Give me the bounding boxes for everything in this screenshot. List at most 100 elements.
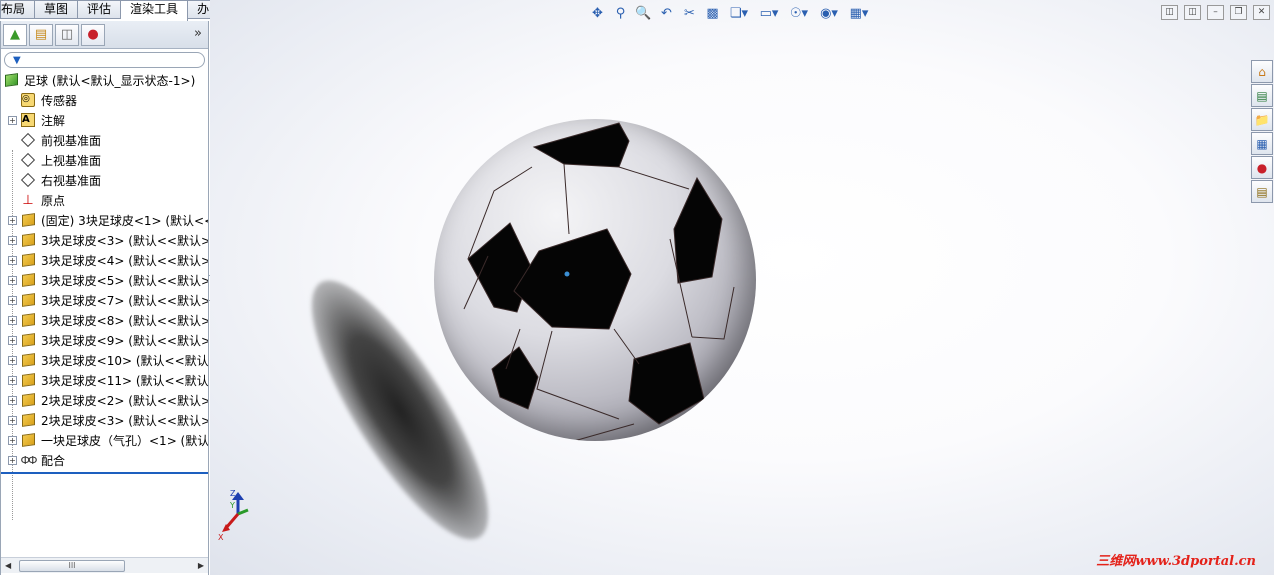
tree-item[interactable]: +2块足球皮<2> (默认<<默认>: [1, 390, 208, 410]
pan-icon[interactable]: ✥: [588, 4, 607, 23]
triad-y-label: Y: [229, 501, 235, 510]
configuration-manager-tab[interactable]: ◫: [55, 23, 79, 46]
tree-item[interactable]: +2块足球皮<3> (默认<<默认>: [1, 410, 208, 430]
tree-item-label: 3块足球皮<11> (默认<<默认: [41, 373, 208, 388]
tab-layout[interactable]: 布局: [0, 0, 36, 19]
part-icon: [20, 252, 36, 268]
view-settings-icon[interactable]: ▦▾: [846, 4, 872, 23]
previous-view-icon[interactable]: ↶: [657, 4, 676, 23]
minimize-icon[interactable]: –: [1207, 5, 1224, 20]
tree-item[interactable]: +3块足球皮<9> (默认<<默认>: [1, 330, 208, 350]
soccer-ball-model[interactable]: [434, 119, 756, 441]
expand-toggle-icon[interactable]: +: [8, 355, 17, 365]
tree-item[interactable]: +3块足球皮<10> (默认<<默认: [1, 350, 208, 370]
expand-toggle-icon[interactable]: +: [8, 275, 17, 285]
tree-item[interactable]: + A 注解: [1, 110, 208, 130]
site-watermark: 三维网www.3dportal.cn: [1096, 554, 1256, 569]
restore-icon[interactable]: ❐: [1230, 5, 1247, 20]
heads-up-toolbar: ✥ ⚲ 🔍 ↶ ✂ ▩ ❏▾ ▭▾ ☉▾ ◉▾ ▦▾: [588, 4, 872, 23]
tree-item-label: 上视基准面: [41, 153, 102, 168]
tree-item-label: 3块足球皮<3> (默认<<默认>: [41, 233, 208, 248]
part-icon: [20, 372, 36, 388]
tree-item[interactable]: ◎ 传感器: [1, 90, 208, 110]
display-style-icon[interactable]: ❏▾: [726, 4, 752, 23]
plane-icon: [20, 172, 36, 188]
close-icon[interactable]: ✕: [1253, 5, 1270, 20]
feature-manager-tab[interactable]: ▲: [3, 23, 27, 46]
expand-toggle-icon[interactable]: +: [8, 115, 17, 125]
tree-item[interactable]: +3块足球皮<7> (默认<<默认>: [1, 290, 208, 310]
tree-item[interactable]: + 一块足球皮（气孔）<1> (默认: [1, 430, 208, 450]
expand-toggle-icon[interactable]: +: [8, 255, 17, 265]
expand-toggle-icon[interactable]: +: [8, 335, 17, 345]
appearances-scenes-icon[interactable]: ●: [1251, 156, 1273, 179]
tab-sketch[interactable]: 草图: [35, 0, 79, 19]
tree-item-label: 3块足球皮<5> (默认<<默认>: [41, 273, 208, 288]
expand-toggle-icon[interactable]: +: [8, 415, 17, 425]
tab-render-tools[interactable]: 渲染工具: [121, 0, 189, 21]
scroll-right-icon[interactable]: ▶: [198, 561, 204, 570]
zoom-to-fit-icon[interactable]: ⚲: [611, 4, 630, 23]
tree-item-label: 2块足球皮<3> (默认<<默认>: [41, 413, 208, 428]
tree-item[interactable]: 前视基准面: [1, 130, 208, 150]
expand-toggle-icon[interactable]: +: [8, 215, 17, 225]
expand-toggle-icon[interactable]: +: [8, 395, 17, 405]
graphics-area[interactable]: ✥ ⚲ 🔍 ↶ ✂ ▩ ❏▾ ▭▾ ☉▾ ◉▾ ▦▾ ◫ ◫ – ❐ ✕ ⌂ ▤…: [210, 0, 1274, 575]
mate-icon: ФФ: [20, 453, 38, 467]
plane-icon: [20, 132, 36, 148]
property-manager-tab[interactable]: ▤: [29, 23, 53, 46]
tree-item[interactable]: ⊥ 原点: [1, 190, 208, 210]
expand-toggle-icon[interactable]: +: [8, 435, 17, 445]
expand-toggle-icon[interactable]: +: [8, 455, 17, 465]
plane-icon: [20, 152, 36, 168]
tree-item-label: 3块足球皮<7> (默认<<默认>: [41, 293, 208, 308]
scroll-thumb[interactable]: III: [19, 559, 125, 572]
tab-evaluate[interactable]: 评估: [78, 0, 122, 19]
file-explorer-icon[interactable]: 📁: [1251, 108, 1273, 131]
expand-toggle-icon[interactable]: +: [8, 315, 17, 325]
tree-root[interactable]: 足球 (默认<默认_显示状态-1>): [1, 70, 208, 90]
tree-item-label: 3块足球皮<4> (默认<<默认>: [41, 253, 208, 268]
edit-appearance-icon[interactable]: ☉▾: [786, 4, 812, 23]
horizontal-scrollbar[interactable]: ◀ III ▶: [1, 557, 208, 573]
tree-item[interactable]: 右视基准面: [1, 170, 208, 190]
expand-panel-icon[interactable]: »: [194, 26, 202, 41]
tree-item[interactable]: +3块足球皮<8> (默认<<默认>: [1, 310, 208, 330]
tree-item-label: 3块足球皮<10> (默认<<默认: [41, 353, 208, 368]
expand-toggle-icon[interactable]: +: [8, 235, 17, 245]
configuration-manager-icon: ◫: [60, 27, 74, 42]
expand-toggle-icon[interactable]: +: [8, 295, 17, 305]
part-icon: [20, 272, 36, 288]
tree-item[interactable]: +3块足球皮<4> (默认<<默认>: [1, 250, 208, 270]
hide-show-items-icon[interactable]: ▭▾: [756, 4, 782, 23]
solidworks-resources-icon[interactable]: ⌂: [1251, 60, 1273, 83]
tree-item-label: 前视基准面: [41, 133, 102, 148]
tree-item[interactable]: +3块足球皮<11> (默认<<默认: [1, 370, 208, 390]
view-orientation-icon[interactable]: ▩: [703, 4, 722, 23]
design-library-icon[interactable]: ▤: [1251, 84, 1273, 107]
scroll-left-icon[interactable]: ◀: [5, 561, 11, 570]
zoom-to-area-icon[interactable]: 🔍: [634, 4, 653, 23]
filter-icon: ▼: [13, 54, 21, 66]
tile-left-icon[interactable]: ◫: [1161, 5, 1178, 20]
tree-item[interactable]: + ФФ 配合: [1, 450, 208, 470]
feature-manager-panel: ▲ ▤ ◫ ● » ▼ 足球 (默认<默认_显示状态-1>) ◎ 传感器 + A 注解前…: [0, 21, 209, 575]
tree-item[interactable]: +3块足球皮<5> (默认<<默认>: [1, 270, 208, 290]
tree-item[interactable]: 上视基准面: [1, 150, 208, 170]
custom-properties-icon[interactable]: ▤: [1251, 180, 1273, 203]
tile-right-icon[interactable]: ◫: [1184, 5, 1201, 20]
triad-x-label: X: [218, 533, 224, 542]
assembly-icon: [3, 72, 19, 88]
apply-scene-icon[interactable]: ◉▾: [816, 4, 842, 23]
tree-item[interactable]: + (固定) 3块足球皮<1> (默认<<: [1, 210, 208, 230]
feature-tree-icon: ▲: [10, 27, 20, 42]
part-icon: [20, 412, 36, 428]
tree-filter[interactable]: ▼: [4, 52, 205, 68]
display-manager-tab[interactable]: ●: [81, 23, 105, 46]
view-palette-icon[interactable]: ▦: [1251, 132, 1273, 155]
window-controls: ◫ ◫ – ❐ ✕: [1161, 5, 1270, 20]
tree-item[interactable]: +3块足球皮<3> (默认<<默认>: [1, 230, 208, 250]
expand-toggle-icon[interactable]: +: [8, 375, 17, 385]
part-icon: [20, 212, 36, 228]
section-view-icon[interactable]: ✂: [680, 4, 699, 23]
